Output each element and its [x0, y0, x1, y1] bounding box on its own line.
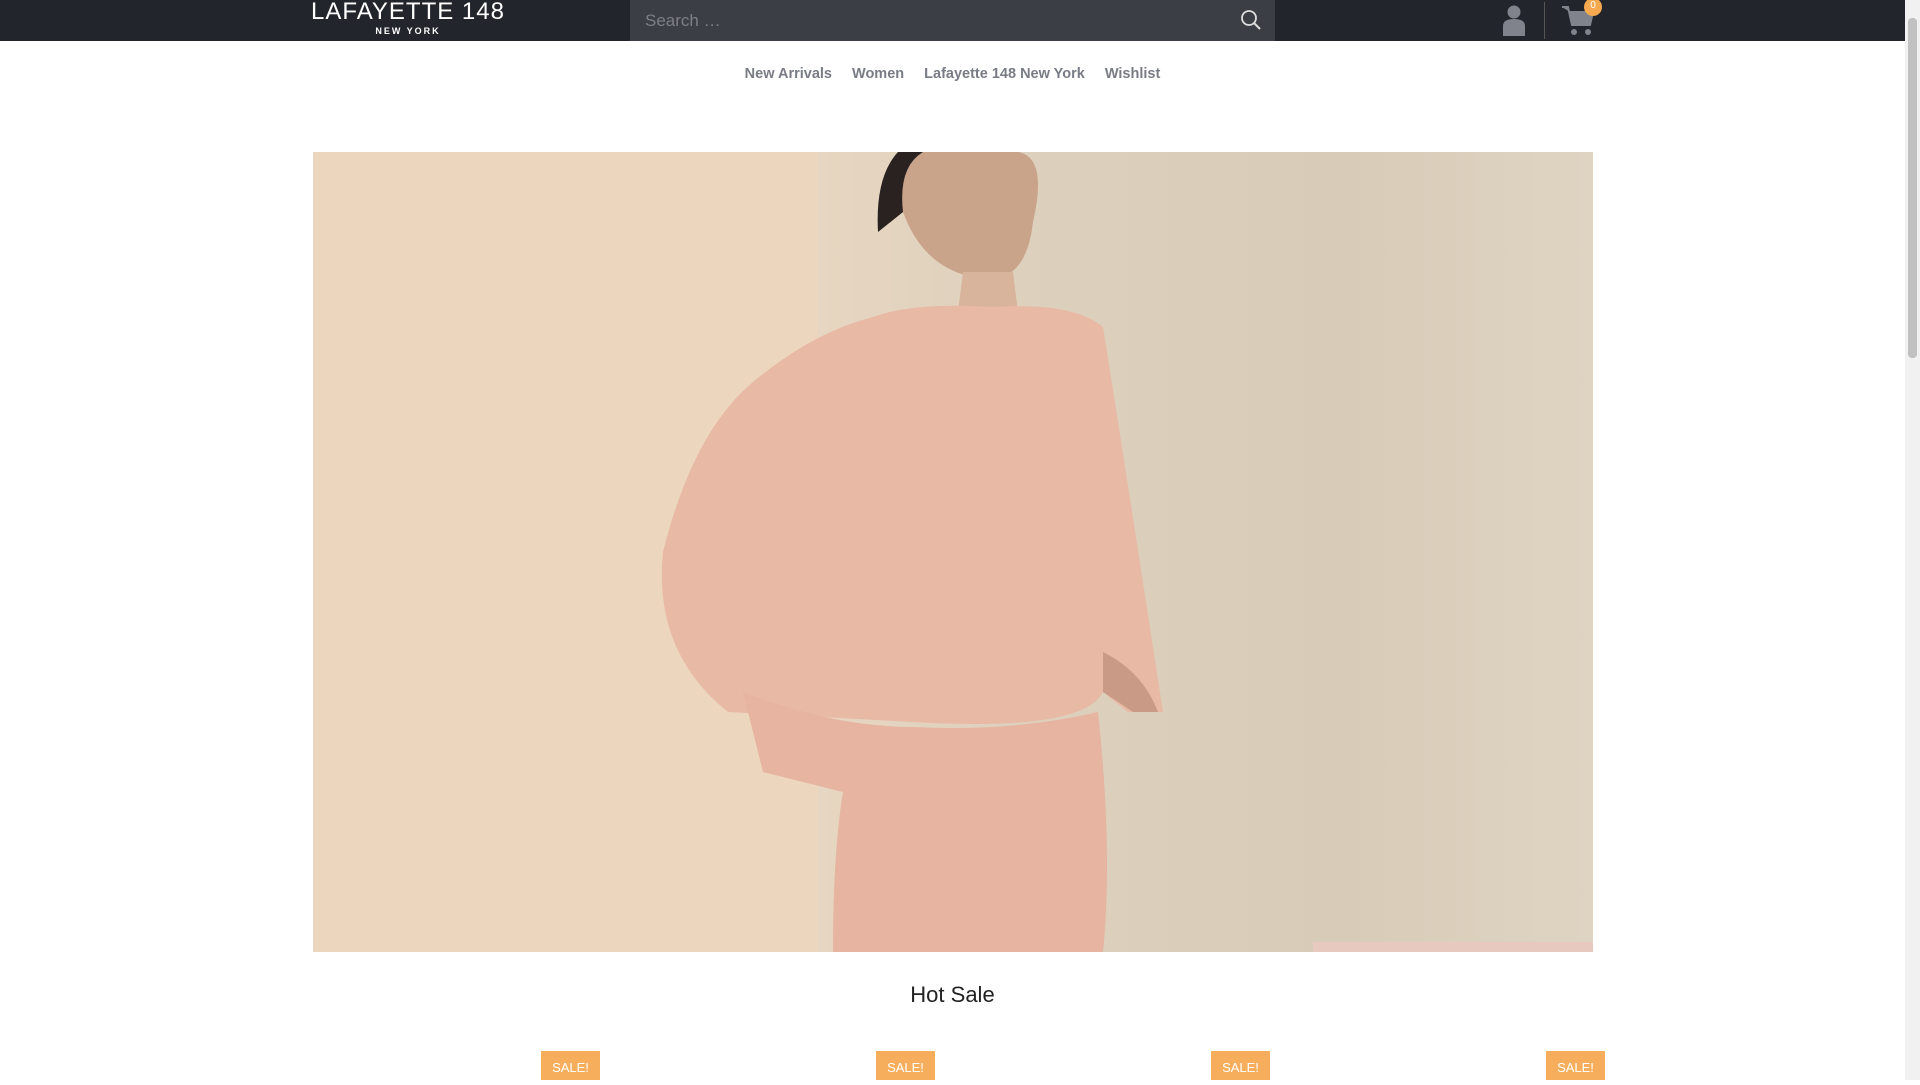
hero-banner-image[interactable]	[313, 152, 1593, 952]
top-bar: LAFAYETTE 148 NEW YORK 0	[0, 0, 1905, 41]
logo-text: LAFAYETTE 148	[311, 0, 505, 25]
nav-new-arrivals[interactable]: New Arrivals	[745, 66, 832, 82]
divider	[1544, 2, 1545, 39]
nav-wishlist[interactable]: Wishlist	[1105, 66, 1160, 82]
search-input[interactable]	[630, 0, 1275, 41]
search-icon[interactable]	[1239, 8, 1263, 32]
logo-subtext: NEW YORK	[375, 26, 441, 36]
sale-badge: SALE!	[1546, 1051, 1605, 1080]
account-icon[interactable]	[1500, 4, 1528, 36]
main-nav: New Arrivals Women Lafayette 148 New Yor…	[0, 66, 1905, 82]
logo[interactable]: LAFAYETTE 148 NEW YORK	[306, 0, 510, 36]
nav-women[interactable]: Women	[852, 66, 904, 82]
sale-badge: SALE!	[541, 1051, 600, 1080]
section-title: Hot Sale	[910, 982, 995, 1007]
scrollbar[interactable]	[1905, 0, 1920, 1080]
scrollbar-thumb[interactable]	[1908, 18, 1917, 358]
nav-lafayette-148[interactable]: Lafayette 148 New York	[924, 66, 1085, 82]
sale-badge: SALE!	[1211, 1051, 1270, 1080]
cart-count-badge: 0	[1584, 0, 1602, 16]
sale-badge: SALE!	[876, 1051, 935, 1080]
search-bar	[630, 0, 1275, 41]
